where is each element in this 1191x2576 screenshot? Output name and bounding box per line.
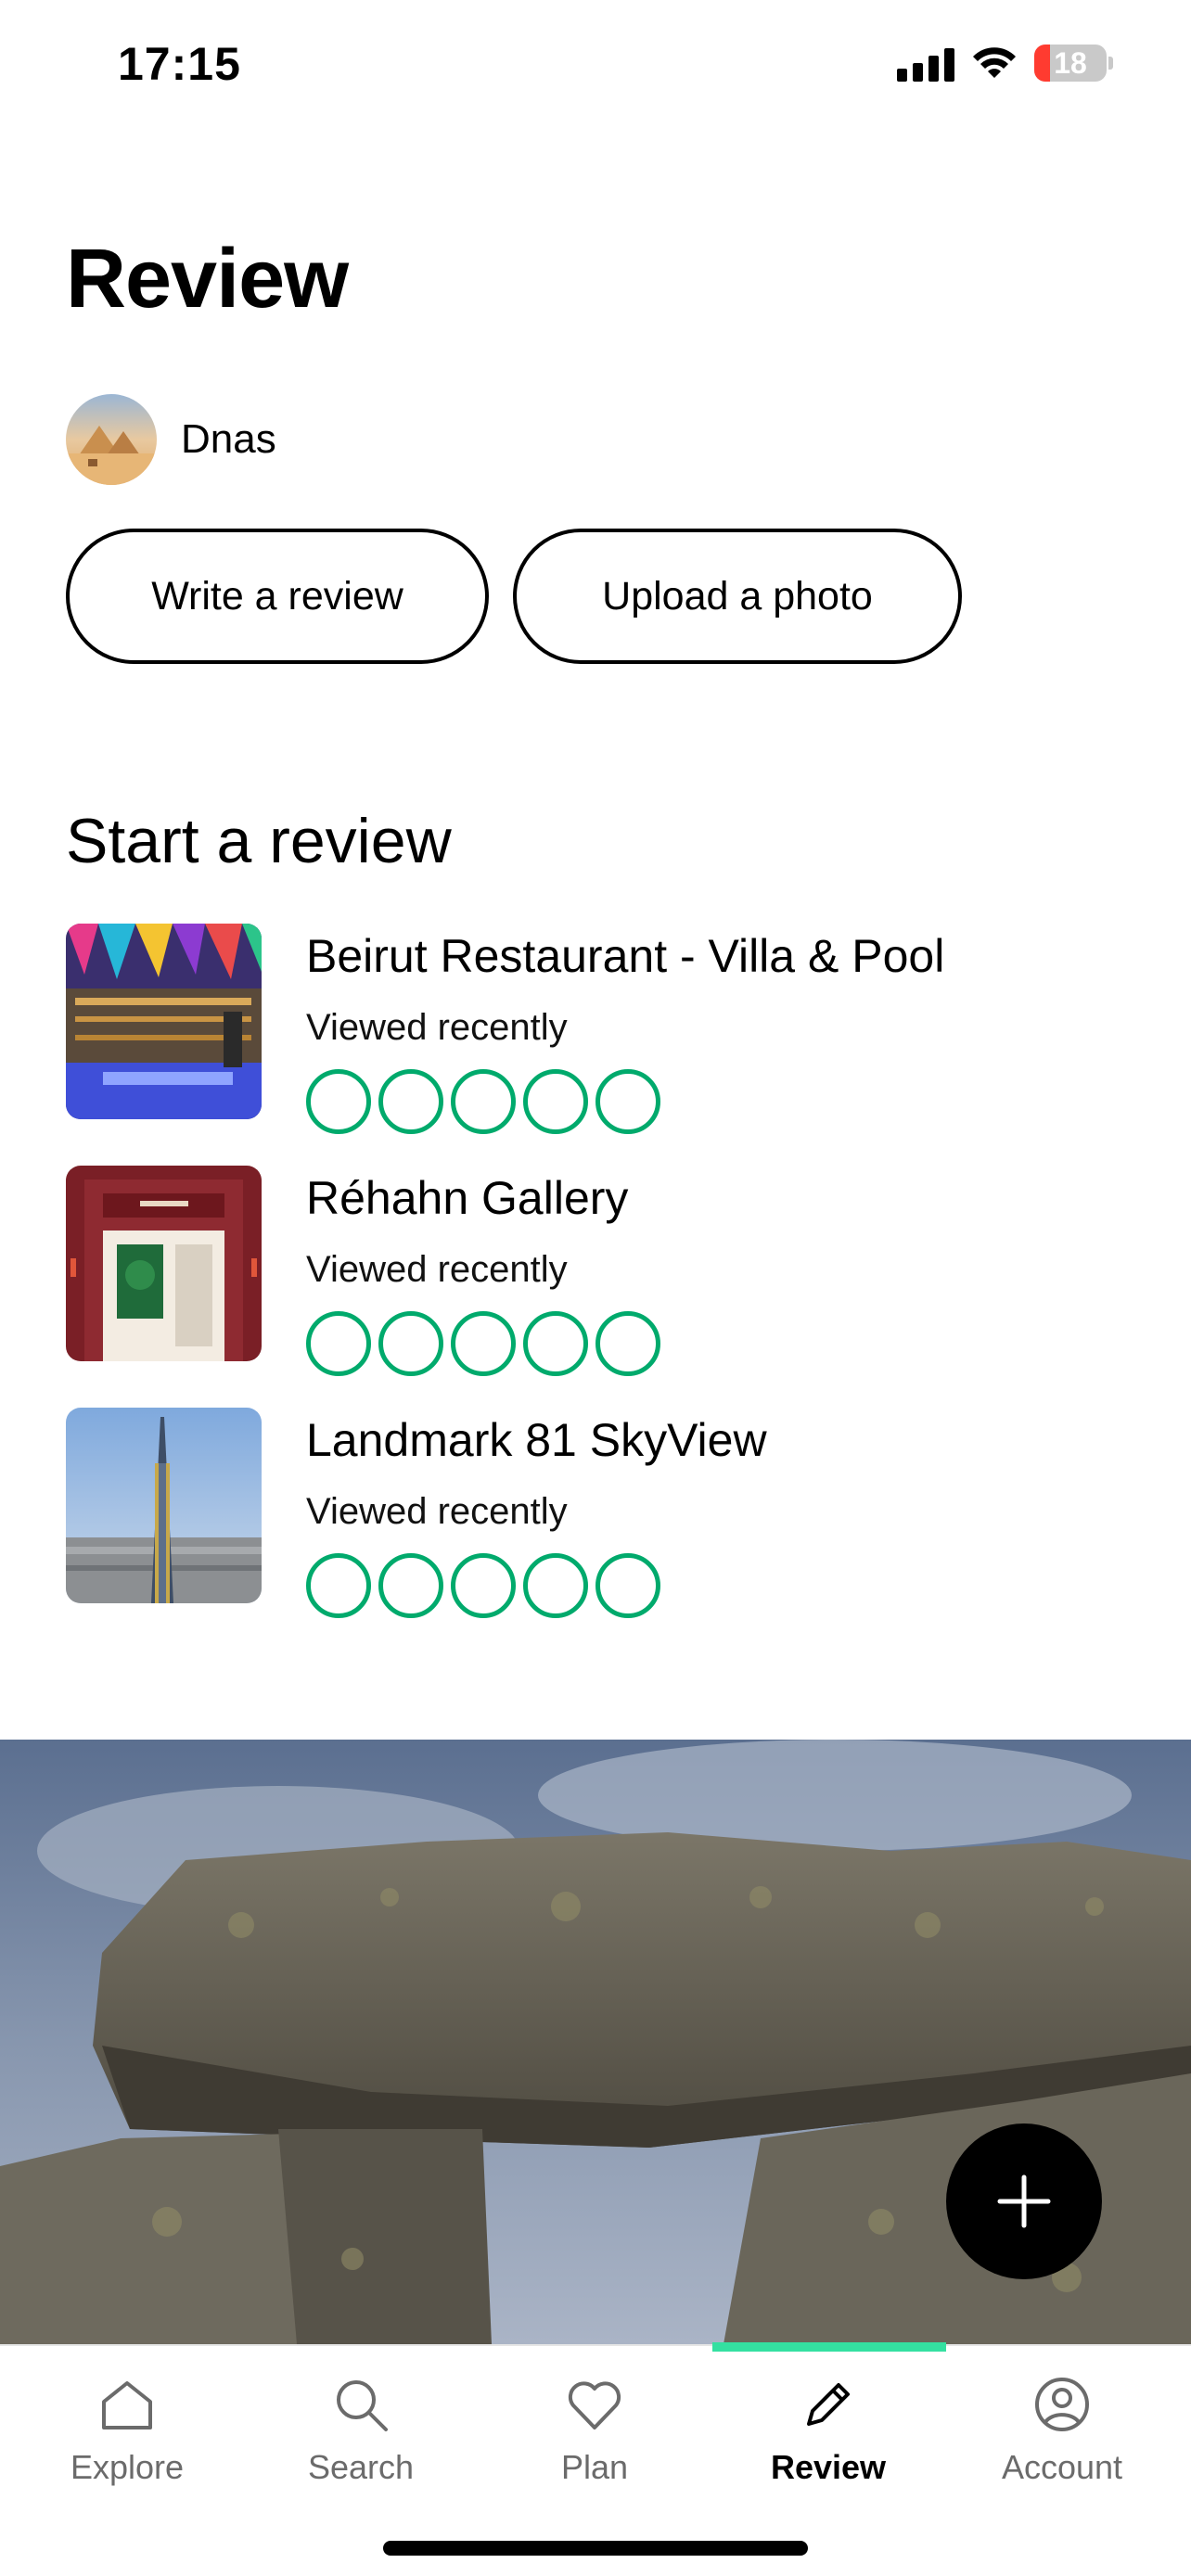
rating-bubble[interactable] — [306, 1311, 371, 1376]
page-title: Review — [66, 233, 349, 325]
place-title[interactable]: Réhahn Gallery — [306, 1171, 660, 1225]
rating-bubble[interactable] — [523, 1553, 588, 1618]
rating-bubble[interactable] — [451, 1553, 516, 1618]
rating-bubble[interactable] — [378, 1069, 443, 1134]
tab-review[interactable]: Review — [711, 2372, 945, 2487]
rating-bubble[interactable] — [596, 1311, 660, 1376]
battery-level: 18 — [1054, 45, 1087, 80]
battery-icon: 18 — [1034, 45, 1113, 82]
review-suggestion-list: Beirut Restaurant - Villa & Pool Viewed … — [66, 924, 1133, 1650]
tab-explore[interactable]: Explore — [10, 2372, 244, 2487]
upload-photo-button[interactable]: Upload a photo — [513, 529, 962, 664]
home-icon — [102, 2381, 152, 2429]
user-row[interactable]: Dnas — [66, 394, 276, 485]
active-tab-indicator — [712, 2342, 946, 2352]
search-icon — [337, 2380, 388, 2431]
tab-label: Account — [1001, 2448, 1123, 2486]
account-icon — [1035, 2378, 1089, 2431]
add-button[interactable] — [946, 2123, 1102, 2279]
place-thumbnail[interactable] — [66, 924, 262, 1119]
status-time: 17:15 — [118, 38, 241, 90]
place-title[interactable]: Landmark 81 SkyView — [306, 1413, 767, 1467]
list-item[interactable]: Beirut Restaurant - Villa & Pool Viewed … — [66, 924, 1133, 1166]
tab-search[interactable]: Search — [244, 2372, 478, 2487]
rating-bubble[interactable] — [596, 1069, 660, 1134]
list-item[interactable]: Réhahn Gallery Viewed recently — [66, 1166, 1133, 1408]
cellular-signal-icon — [897, 45, 954, 82]
rating-bubble[interactable] — [596, 1553, 660, 1618]
rating-bubble[interactable] — [451, 1311, 516, 1376]
list-item-text: Landmark 81 SkyView Viewed recently — [306, 1408, 767, 1618]
avatar[interactable] — [66, 394, 157, 485]
rating-bubble[interactable] — [306, 1069, 371, 1134]
status-icons: 18 — [897, 45, 1113, 82]
section-title: Start a review — [66, 806, 452, 876]
place-thumbnail[interactable] — [66, 1166, 262, 1361]
write-review-button[interactable]: Write a review — [66, 529, 489, 664]
tab-label: Review — [770, 2448, 887, 2486]
heart-icon — [568, 2381, 621, 2429]
action-row: Write a review Upload a photo — [66, 529, 962, 664]
user-name: Dnas — [181, 416, 276, 462]
place-title[interactable]: Beirut Restaurant - Villa & Pool — [306, 929, 944, 983]
place-thumbnail[interactable] — [66, 1408, 262, 1603]
plus-icon — [997, 2174, 1051, 2228]
place-subtitle: Viewed recently — [306, 1007, 568, 1048]
rating-bubbles[interactable] — [306, 1069, 944, 1134]
tab-label: Plan — [560, 2448, 629, 2486]
rating-bubble[interactable] — [378, 1311, 443, 1376]
rating-bubbles[interactable] — [306, 1553, 767, 1618]
rating-bubble[interactable] — [523, 1069, 588, 1134]
status-bar: 17:15 18 — [0, 0, 1191, 130]
list-item-text: Beirut Restaurant - Villa & Pool Viewed … — [306, 924, 944, 1134]
tab-account[interactable]: Account — [945, 2372, 1179, 2487]
place-subtitle: Viewed recently — [306, 1249, 568, 1290]
pencil-icon — [807, 2383, 850, 2426]
tab-plan[interactable]: Plan — [478, 2372, 711, 2487]
rating-bubble[interactable] — [451, 1069, 516, 1134]
rating-bubble[interactable] — [378, 1553, 443, 1618]
tab-label: Search — [307, 2448, 415, 2486]
rating-bubble[interactable] — [306, 1553, 371, 1618]
list-item-text: Réhahn Gallery Viewed recently — [306, 1166, 660, 1376]
place-subtitle: Viewed recently — [306, 1491, 568, 1532]
home-indicator[interactable] — [383, 2541, 808, 2556]
tab-label: Explore — [70, 2448, 185, 2486]
list-item[interactable]: Landmark 81 SkyView Viewed recently — [66, 1408, 1133, 1650]
rating-bubbles[interactable] — [306, 1311, 660, 1376]
rating-bubble[interactable] — [523, 1311, 588, 1376]
wifi-icon — [973, 47, 1016, 78]
